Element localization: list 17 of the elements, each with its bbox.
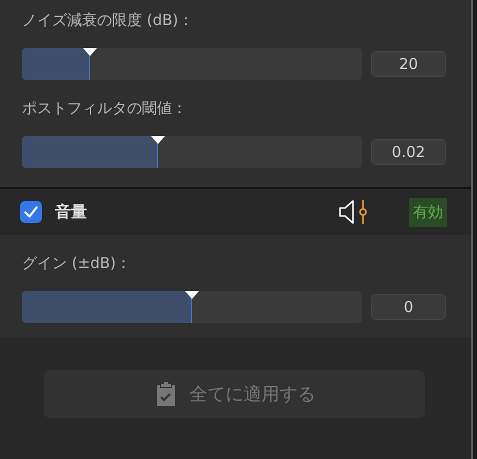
slider-label: グイン (±dB)： bbox=[22, 253, 131, 273]
slider-label: ノイズ減衰の限度 (dB)： bbox=[22, 10, 194, 30]
value-field[interactable]: 0 bbox=[371, 294, 446, 320]
slider-track[interactable] bbox=[22, 136, 362, 168]
status-badge: 有効 bbox=[409, 198, 447, 226]
slider-track[interactable] bbox=[22, 291, 362, 323]
speaker-slider-icon[interactable] bbox=[338, 198, 368, 226]
section-title: 音量 bbox=[55, 202, 88, 222]
slider-thumb[interactable] bbox=[185, 291, 199, 299]
slider-thumb[interactable] bbox=[151, 136, 165, 144]
slider-label: ポストフィルタの閾値： bbox=[22, 98, 187, 118]
value-field[interactable]: 20 bbox=[371, 51, 446, 77]
checkbox[interactable] bbox=[20, 201, 42, 223]
slider-thumb[interactable] bbox=[83, 48, 97, 56]
value-field[interactable]: 0.02 bbox=[371, 139, 446, 165]
slider-track[interactable] bbox=[22, 48, 362, 80]
check-icon bbox=[24, 206, 38, 218]
